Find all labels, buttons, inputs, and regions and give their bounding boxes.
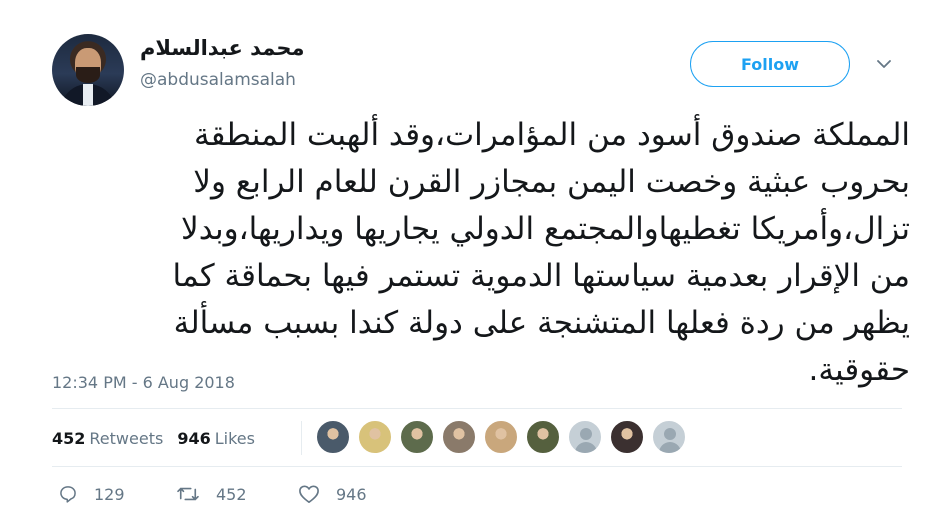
likes-count: 946 <box>177 429 211 448</box>
liker-avatar-2[interactable] <box>358 420 392 454</box>
retweet-count: 452 <box>216 484 247 504</box>
user-display-name[interactable]: محمد عبدالسلام <box>140 36 305 60</box>
tweet-line: المملكة صندوق أسود من المؤامرات،وقد ألهب… <box>194 117 910 153</box>
user-handle[interactable]: @abdusalamsalah <box>140 70 296 90</box>
heart-icon <box>299 485 319 503</box>
tweet-text: المملكة صندوق أسود من المؤامرات،وقد ألهب… <box>120 112 910 394</box>
avatar-beard <box>76 67 100 83</box>
follow-button[interactable]: Follow <box>690 41 850 87</box>
tweet-line: تزال،وأمريكا تغطيهاوالمجتمع الدولي يجاري… <box>181 211 910 247</box>
tweet-card: محمد عبدالسلام @abdusalamsalah Follow ال… <box>0 0 945 525</box>
liker-avatar-3[interactable] <box>400 420 434 454</box>
avatar-shirt <box>83 84 93 106</box>
like-button[interactable]: 946 <box>298 484 367 504</box>
liker-avatar-1[interactable] <box>316 420 350 454</box>
stats-separator <box>301 421 302 455</box>
liker-avatar-4[interactable] <box>442 420 476 454</box>
liker-avatar-6[interactable] <box>526 420 560 454</box>
reply-button[interactable]: 129 <box>58 484 125 504</box>
tweet-line: بحروب عبثية وخصت اليمن بمجازر القرن للعا… <box>193 164 910 200</box>
liker-avatar-8[interactable] <box>610 420 644 454</box>
divider <box>52 408 902 409</box>
retweets-count: 452 <box>52 429 86 448</box>
likes-label: Likes <box>214 429 255 448</box>
liker-avatar-5[interactable] <box>484 420 518 454</box>
engagement-stats: 452 Retweets 946 Likes <box>52 429 255 448</box>
retweet-icon <box>177 487 199 501</box>
tweet-timestamp[interactable]: 12:34 PM - 6 Aug 2018 <box>52 373 235 392</box>
like-count: 946 <box>336 484 367 504</box>
liker-avatar-9[interactable] <box>652 420 686 454</box>
reply-icon <box>60 486 76 503</box>
retweets-stat[interactable]: 452 Retweets <box>52 429 163 448</box>
user-avatar[interactable] <box>52 34 124 106</box>
tweet-line: من الإقرار بعدمية سياستها الدموية تستمر … <box>172 258 910 294</box>
chevron-down-icon[interactable] <box>874 57 894 71</box>
tweet-line: يظهر من ردة فعلها المتشنجة على دولة كندا… <box>173 305 910 341</box>
tweet-line: حقوقية. <box>808 352 910 388</box>
reply-count: 129 <box>94 484 125 504</box>
divider <box>52 466 902 467</box>
retweets-label: Retweets <box>89 429 164 448</box>
likes-stat[interactable]: 946 Likes <box>177 429 255 448</box>
liker-avatar-7[interactable] <box>568 420 602 454</box>
retweet-button[interactable]: 452 <box>176 484 247 504</box>
